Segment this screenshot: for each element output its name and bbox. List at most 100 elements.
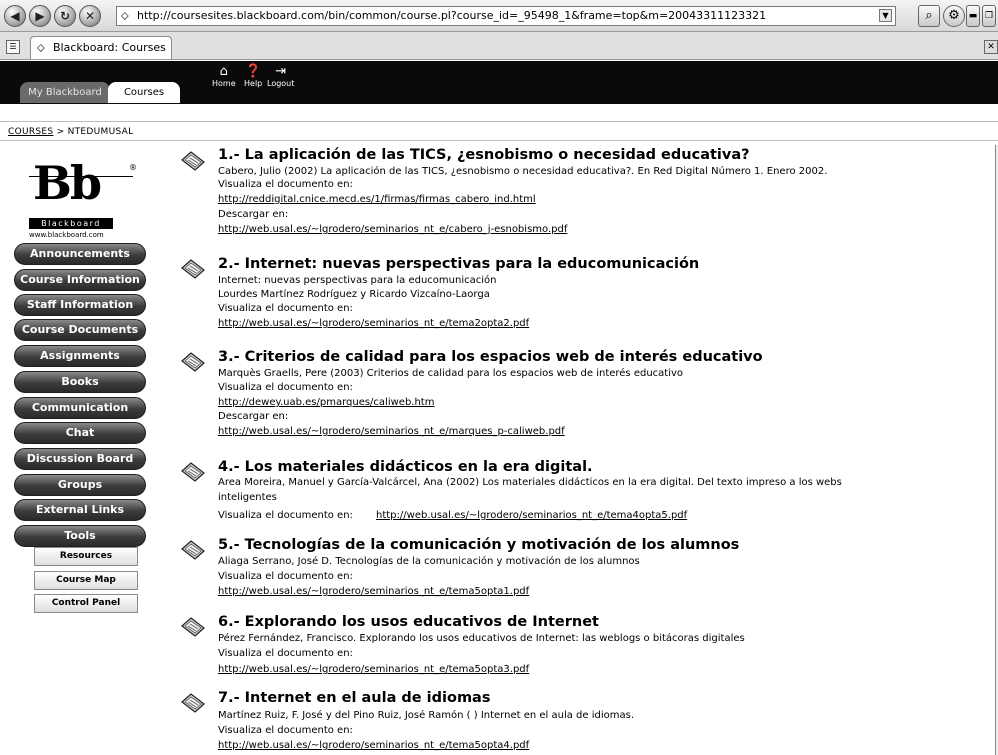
list-item: 1.- La aplicación de las TICS, ¿esnobism… <box>180 147 960 248</box>
header-strip <box>0 104 998 122</box>
close-tab-icon[interactable]: ✕ <box>984 40 998 54</box>
nav-discussion-board[interactable]: Discussion Board <box>14 448 146 470</box>
nav-external-links[interactable]: External Links <box>14 499 146 521</box>
item-title: 1.- La aplicación de las TICS, ¿esnobism… <box>218 147 750 163</box>
maximize-icon[interactable]: ❐ <box>982 5 996 27</box>
logo-word: Blackboard <box>29 218 113 229</box>
list-item: 7.- Internet en el aula de idiomas Martí… <box>180 690 960 755</box>
item-text: inteligentes <box>218 492 277 503</box>
item-link[interactable]: http://reddigital.cnice.mecd.es/1/firmas… <box>218 194 536 206</box>
item-link[interactable]: http://web.usal.es/~lgrodero/seminarios_… <box>218 664 529 676</box>
item-text: Marquès Graells, Pere (2003) Criterios d… <box>218 368 684 379</box>
nav-groups[interactable]: Groups <box>14 474 146 496</box>
browser-tab[interactable]: ⬦ Blackboard: Courses <box>30 36 172 59</box>
home-icon: ⌂ <box>219 64 228 79</box>
address-dropdown-icon[interactable]: ▼ <box>879 9 892 22</box>
logout-link[interactable]: ⇥ Logout <box>267 64 295 89</box>
logout-label: Logout <box>267 79 295 88</box>
nav-books[interactable]: Books <box>14 371 146 393</box>
document-icon <box>180 539 206 561</box>
nav-staff-information[interactable]: Staff Information <box>14 294 146 316</box>
forward-icon[interactable]: ▶ <box>29 5 51 27</box>
address-bar[interactable]: ⬦ http://coursesites.blackboard.com/bin/… <box>116 6 896 26</box>
tab-bar: ☰ ⬦ Blackboard: Courses ✕ <box>0 32 998 60</box>
item-link[interactable]: http://web.usal.es/~lgrodero/seminarios_… <box>376 510 687 522</box>
item-text: Visualiza el documento en: <box>218 648 353 659</box>
settings-icon[interactable]: ⚙ <box>943 5 965 27</box>
nav-course-documents[interactable]: Course Documents <box>14 319 146 341</box>
item-text: Area Moreira, Manuel y García-Valcárcel,… <box>218 477 842 488</box>
item-link[interactable]: http://web.usal.es/~lgrodero/seminarios_… <box>218 586 529 598</box>
logo-url: www.blackboard.com <box>29 231 104 239</box>
help-link[interactable]: ❓ Help <box>244 64 263 89</box>
search-icon[interactable]: ⌕ <box>918 5 940 27</box>
reload-icon[interactable]: ↻ <box>54 5 76 27</box>
nav-tools[interactable]: Tools <box>14 525 146 547</box>
item-title: 3.- Criterios de calidad para los espaci… <box>218 349 763 365</box>
help-label: Help <box>244 79 263 88</box>
control-panel-button[interactable]: Control Panel <box>34 594 138 613</box>
document-icon <box>180 150 206 172</box>
document-icon <box>180 461 206 483</box>
item-text: Pérez Fernández, Francisco. Explorando l… <box>218 633 745 644</box>
back-icon[interactable]: ◀ <box>4 5 26 27</box>
blackboard-header: My Blackboard Courses ⌂ Home ❓ Help ⇥ Lo… <box>0 61 998 104</box>
breadcrumb-current: NTEDUMUSAL <box>67 127 134 137</box>
logo-mark: Bb <box>33 156 102 210</box>
list-item: 6.- Explorando los usos educativos de In… <box>180 614 960 684</box>
tab-list-icon[interactable]: ☰ <box>6 40 20 54</box>
item-link[interactable]: http://web.usal.es/~lgrodero/seminarios_… <box>218 224 567 236</box>
item-text: Descargar en: <box>218 209 289 220</box>
item-link[interactable]: http://web.usal.es/~lgrodero/seminarios_… <box>218 426 565 438</box>
nav-announcements[interactable]: Announcements <box>14 243 146 265</box>
list-item: 2.- Internet: nuevas perspectivas para l… <box>180 256 960 336</box>
item-text: Descargar en: <box>218 411 289 422</box>
item-link[interactable]: http://web.usal.es/~lgrodero/seminarios_… <box>218 318 529 330</box>
item-text: Cabero, Julio (2002) La aplicación de la… <box>218 166 828 177</box>
help-icon: ❓ <box>245 64 262 79</box>
item-title: 6.- Explorando los usos educativos de In… <box>218 614 599 630</box>
home-link[interactable]: ⌂ Home <box>212 64 236 89</box>
item-link[interactable]: http://dewey.uab.es/pmarques/caliweb.htm <box>218 397 434 409</box>
browser-toolbar: ◀ ▶ ↻ ✕ ⬦ http://coursesites.blackboard.… <box>0 0 998 32</box>
nav-communication[interactable]: Communication <box>14 397 146 419</box>
registered-icon: ® <box>129 163 137 172</box>
tab-courses[interactable]: Courses <box>108 82 180 103</box>
item-text: Visualiza el documento en: <box>218 725 353 736</box>
item-text: Martínez Ruiz, F. José y del Pino Ruiz, … <box>218 710 634 721</box>
item-text: Visualiza el documento en: <box>218 179 353 190</box>
item-text: Lourdes Martínez Rodríguez y Ricardo Viz… <box>218 289 490 300</box>
breadcrumb-separator: > <box>53 127 68 137</box>
breadcrumb: COURSES > NTEDUMUSAL <box>8 127 133 137</box>
course-map-button[interactable]: Course Map <box>34 571 138 590</box>
item-title: 2.- Internet: nuevas perspectivas para l… <box>218 256 700 272</box>
item-text: Internet: nuevas perspectivas para la ed… <box>218 275 497 286</box>
item-title: 4.- Los materiales didácticos en la era … <box>218 459 593 475</box>
document-icon <box>180 258 206 280</box>
nav-assignments[interactable]: Assignments <box>14 345 146 367</box>
minimize-icon[interactable]: ▬ <box>966 5 980 27</box>
divider <box>0 140 998 141</box>
stop-icon[interactable]: ✕ <box>79 5 101 27</box>
document-icon <box>180 351 206 373</box>
blackboard-logo: Bb ® Blackboard www.blackboard.com <box>25 155 140 245</box>
nav-chat[interactable]: Chat <box>14 422 146 444</box>
resources-button[interactable]: Resources <box>34 547 138 566</box>
list-item: 5.- Tecnologías de la comunicación y mot… <box>180 537 960 607</box>
browser-tab-title: Blackboard: Courses <box>53 41 166 54</box>
item-text: Visualiza el documento en: <box>218 510 353 521</box>
breadcrumb-courses-link[interactable]: COURSES <box>8 127 53 137</box>
item-text: Visualiza el documento en: <box>218 382 353 393</box>
logout-icon: ⇥ <box>275 64 287 79</box>
document-icon <box>180 692 206 714</box>
item-title: 7.- Internet en el aula de idiomas <box>218 690 491 706</box>
item-link[interactable]: http://web.usal.es/~lgrodero/seminarios_… <box>218 740 529 752</box>
home-label: Home <box>212 79 236 88</box>
tab-my-blackboard[interactable]: My Blackboard <box>20 82 110 103</box>
list-item: 4.- Los materiales didácticos en la era … <box>180 459 960 529</box>
item-text: Visualiza el documento en: <box>218 571 353 582</box>
list-item: 3.- Criterios de calidad para los espaci… <box>180 349 960 449</box>
nav-course-information[interactable]: Course Information <box>14 269 146 291</box>
item-text: Aliaga Serrano, José D. Tecnologías de l… <box>218 556 640 567</box>
document-icon <box>180 616 206 638</box>
